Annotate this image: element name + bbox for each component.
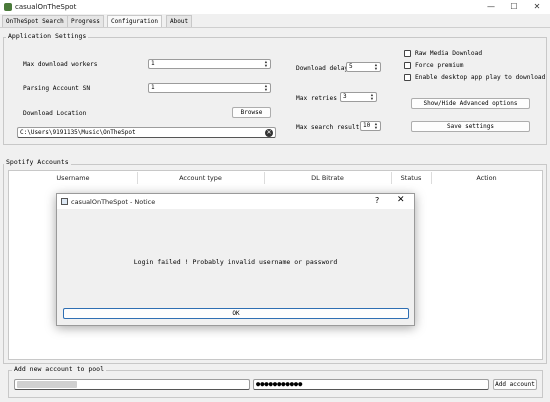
notice-dialog: casualOnTheSpot - Notice ? ✕ Login faile… xyxy=(56,193,415,326)
column-header-status[interactable]: Status xyxy=(391,171,431,185)
app-settings-group-label: Application Settings xyxy=(6,32,89,40)
tab-about[interactable]: About xyxy=(166,15,193,27)
app-logo-icon xyxy=(4,3,12,11)
spin-arrows-icon[interactable]: ▲ ▼ xyxy=(369,93,375,101)
help-button[interactable]: ? xyxy=(375,196,379,205)
parsing-account-sn-value: 1 xyxy=(151,84,155,91)
tab-progress[interactable]: Progress xyxy=(67,15,104,27)
tab-onthespot-search[interactable]: OnTheSpot Search xyxy=(2,15,68,27)
raw-media-download-checkbox[interactable] xyxy=(404,50,411,57)
dialog-title: casualOnTheSpot - Notice xyxy=(71,198,156,206)
column-header-username[interactable]: Username xyxy=(9,171,137,185)
download-delay-label: Download delay xyxy=(296,65,349,72)
dialog-message: Login failed ! Probably invalid username… xyxy=(133,258,338,266)
minimize-button[interactable]: — xyxy=(484,1,498,13)
accounts-group-label: Spotify Accounts xyxy=(4,158,71,166)
max-retries-value: 3 xyxy=(343,93,347,100)
desktop-app-play-checkbox[interactable] xyxy=(404,74,411,81)
download-path-value: C:\Users\9191135\Music\OnTheSpot xyxy=(20,129,136,136)
username-input[interactable] xyxy=(14,379,250,390)
column-header-account-type[interactable]: Account type xyxy=(137,171,264,185)
close-window-button[interactable]: ✕ xyxy=(530,1,544,13)
desktop-app-play-label: Enable desktop app play to download xyxy=(415,74,546,81)
max-retries-label: Max retries xyxy=(296,95,337,102)
spin-arrows-icon[interactable]: ▲ ▼ xyxy=(263,60,269,68)
max-download-workers-label: Max download workers xyxy=(23,61,98,68)
max-search-results-label: Max search results xyxy=(296,124,364,131)
max-retries-spinbox[interactable]: 3 ▲ ▼ xyxy=(340,92,377,102)
browse-button[interactable]: Browse xyxy=(232,107,271,118)
dialog-close-button[interactable]: ✕ xyxy=(397,195,405,205)
download-path-input[interactable]: C:\Users\9191135\Music\OnTheSpot xyxy=(17,127,276,138)
save-settings-button[interactable]: Save settings xyxy=(411,121,530,132)
force-premium-checkbox[interactable] xyxy=(404,62,411,69)
parsing-account-sn-spinbox[interactable]: 1 ▲ ▼ xyxy=(148,83,271,93)
ok-button[interactable]: OK xyxy=(63,308,409,319)
column-header-action[interactable]: Action xyxy=(431,171,542,185)
maximize-button[interactable]: ☐ xyxy=(507,1,521,13)
max-download-workers-spinbox[interactable]: 1 ▲ ▼ xyxy=(148,59,271,69)
download-delay-value: 5 xyxy=(349,63,353,70)
max-search-results-value: 10 xyxy=(363,122,371,129)
force-premium-label: Force premium xyxy=(415,62,464,69)
dialog-app-icon xyxy=(61,198,68,205)
add-account-button[interactable]: Add account xyxy=(493,379,537,390)
tab-pane-border xyxy=(0,27,550,28)
download-location-label: Download Location xyxy=(23,110,87,117)
max-search-results-spinbox[interactable]: 10 ▲ ▼ xyxy=(360,121,381,131)
column-header-dl-bitrate[interactable]: DL Bitrate xyxy=(264,171,391,185)
spin-arrows-icon[interactable]: ▲ ▼ xyxy=(373,122,379,130)
max-download-workers-value: 1 xyxy=(151,60,155,67)
add-account-label: Add new account to pool xyxy=(12,365,107,373)
password-input[interactable]: ●●●●●●●●●●● xyxy=(253,379,489,390)
raw-media-download-label: Raw Media Download xyxy=(415,50,483,57)
spin-arrows-icon[interactable]: ▲ ▼ xyxy=(263,84,269,92)
toggle-advanced-options-button[interactable]: Show/Hide Advanced options xyxy=(411,98,530,109)
redacted-username xyxy=(17,381,77,388)
window-title: casualOnTheSpot xyxy=(15,3,77,11)
parsing-account-sn-label: Parsing Account SN xyxy=(23,85,91,92)
clear-path-icon[interactable]: ✕ xyxy=(265,129,273,137)
download-delay-spinbox[interactable]: 5 ▲ ▼ xyxy=(346,62,381,72)
dialog-titlebar: casualOnTheSpot - Notice ? ✕ xyxy=(57,194,414,209)
window-titlebar: casualOnTheSpot — ☐ ✕ xyxy=(0,0,550,14)
spin-arrows-icon[interactable]: ▲ ▼ xyxy=(373,63,379,71)
password-value: ●●●●●●●●●●● xyxy=(256,380,303,388)
